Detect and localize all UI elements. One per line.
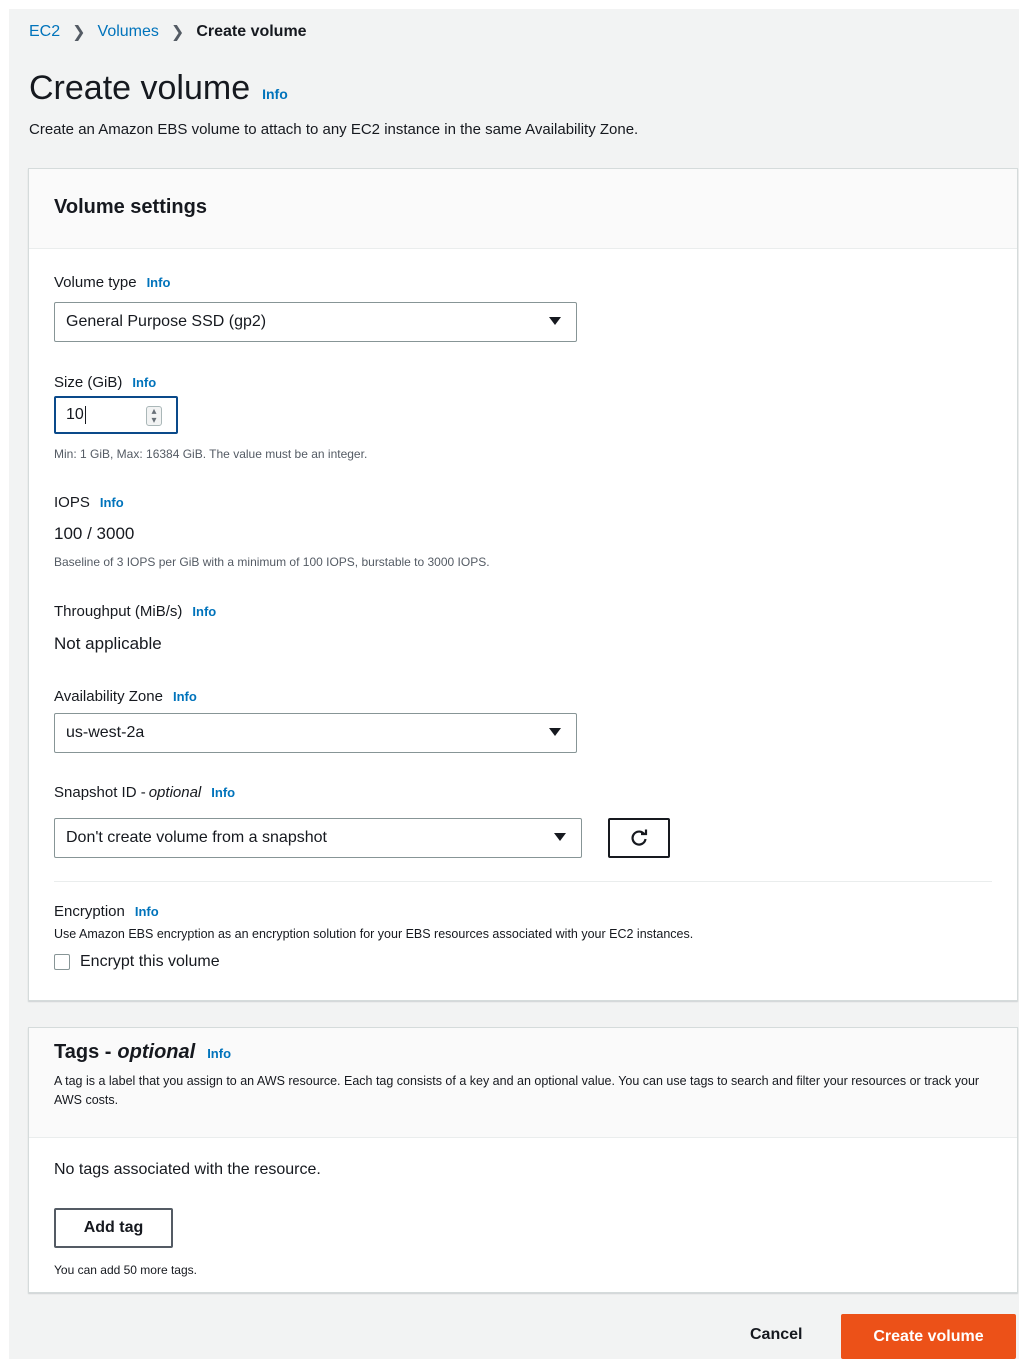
encryption-field: Encryption Info — [54, 903, 159, 920]
cancel-button[interactable]: Cancel — [750, 1326, 802, 1344]
chevron-right-icon: ❯ — [72, 24, 86, 41]
tags-heading: Tags - — [54, 1041, 112, 1063]
throughput-label: Throughput (MiB/s) — [54, 603, 183, 620]
number-stepper-icon[interactable]: ▴ ▾ — [146, 406, 162, 426]
page: EC2 ❯ Volumes ❯ Create volume Create vol… — [9, 9, 1019, 1359]
caret-down-icon — [554, 833, 566, 841]
volume-type-select[interactable]: General Purpose SSD (gp2) — [54, 302, 577, 342]
tags-panel: Tags - optional Info A tag is a label th… — [28, 1027, 1018, 1293]
encryption-label: Encryption — [54, 903, 125, 920]
encrypt-checkbox-row[interactable]: Encrypt this volume — [54, 953, 220, 971]
snapshot-label: Snapshot ID - — [54, 784, 146, 801]
size-label: Size (GiB) — [54, 374, 123, 391]
size-input-value: 10 — [66, 406, 84, 423]
size-input[interactable]: 10 ▴ ▾ — [54, 396, 178, 434]
size-hint: Min: 1 GiB, Max: 16384 GiB. The value mu… — [54, 447, 368, 461]
caret-down-icon — [549, 728, 561, 736]
tags-header: Tags - optional Info A tag is a label th… — [29, 1028, 1017, 1138]
iops-label: IOPS — [54, 494, 90, 511]
snapshot-select[interactable]: Don't create volume from a snapshot — [54, 818, 582, 858]
tags-empty-text: No tags associated with the resource. — [54, 1161, 321, 1178]
volume-settings-header: Volume settings — [29, 169, 1017, 249]
snapshot-info-link[interactable]: Info — [211, 785, 235, 800]
breadcrumb-current: Create volume — [196, 23, 307, 40]
tags-heading-optional: optional — [117, 1041, 196, 1063]
availability-zone-label: Availability Zone — [54, 688, 163, 705]
encryption-hint: Use Amazon EBS encryption as an encrypti… — [54, 927, 694, 941]
page-description: Create an Amazon EBS volume to attach to… — [29, 121, 639, 138]
iops-value: 100 / 3000 — [54, 524, 135, 543]
snapshot-optional-label: optional — [148, 784, 202, 801]
refresh-icon — [631, 829, 648, 846]
availability-zone-field: Availability Zone Info — [54, 688, 197, 705]
iops-hint: Baseline of 3 IOPS per GiB with a minimu… — [54, 555, 490, 569]
volume-type-field: Volume type Info — [54, 274, 170, 291]
size-field: Size (GiB) Info — [54, 374, 156, 391]
availability-zone-select[interactable]: us-west-2a — [54, 713, 577, 753]
iops-field: IOPS Info — [54, 494, 124, 511]
availability-zone-value: us-west-2a — [66, 724, 145, 741]
throughput-field: Throughput (MiB/s) Info — [54, 603, 216, 620]
volume-settings-heading: Volume settings — [54, 196, 207, 218]
create-volume-button[interactable]: Create volume — [841, 1314, 1016, 1359]
volume-settings-panel: Volume settings Volume type Info General… — [28, 168, 1018, 1001]
tags-limit-hint: You can add 50 more tags. — [54, 1263, 197, 1277]
iops-info-link[interactable]: Info — [100, 495, 124, 510]
snapshot-value: Don't create volume from a snapshot — [66, 829, 327, 846]
breadcrumb-ec2[interactable]: EC2 — [29, 23, 60, 41]
encrypt-checkbox[interactable] — [54, 954, 70, 970]
breadcrumb: EC2 ❯ Volumes ❯ Create volume — [29, 21, 307, 43]
page-info-link[interactable]: Info — [262, 86, 288, 102]
throughput-value: Not applicable — [54, 634, 162, 653]
divider — [54, 881, 992, 882]
chevron-right-icon: ❯ — [170, 24, 185, 41]
snapshot-field: Snapshot ID - optional Info — [54, 784, 235, 801]
text-cursor — [84, 406, 86, 424]
size-info-link[interactable]: Info — [132, 375, 156, 390]
tags-info-link[interactable]: Info — [207, 1046, 231, 1061]
encrypt-checkbox-label: Encrypt this volume — [80, 953, 220, 970]
throughput-info-link[interactable]: Info — [192, 604, 216, 619]
page-title-row: Create volume Info — [29, 69, 288, 108]
page-title: Create volume — [29, 69, 251, 107]
availability-zone-info-link[interactable]: Info — [173, 689, 197, 704]
caret-down-icon — [549, 317, 561, 325]
volume-type-label: Volume type — [54, 274, 137, 291]
breadcrumb-volumes[interactable]: Volumes — [98, 23, 159, 41]
encryption-info-link[interactable]: Info — [135, 904, 159, 919]
tags-description: A tag is a label that you assign to an A… — [54, 1074, 980, 1107]
volume-type-value: General Purpose SSD (gp2) — [66, 313, 267, 330]
volume-type-info-link[interactable]: Info — [147, 275, 171, 290]
refresh-button[interactable] — [608, 818, 670, 858]
add-tag-button[interactable]: Add tag — [54, 1208, 173, 1248]
